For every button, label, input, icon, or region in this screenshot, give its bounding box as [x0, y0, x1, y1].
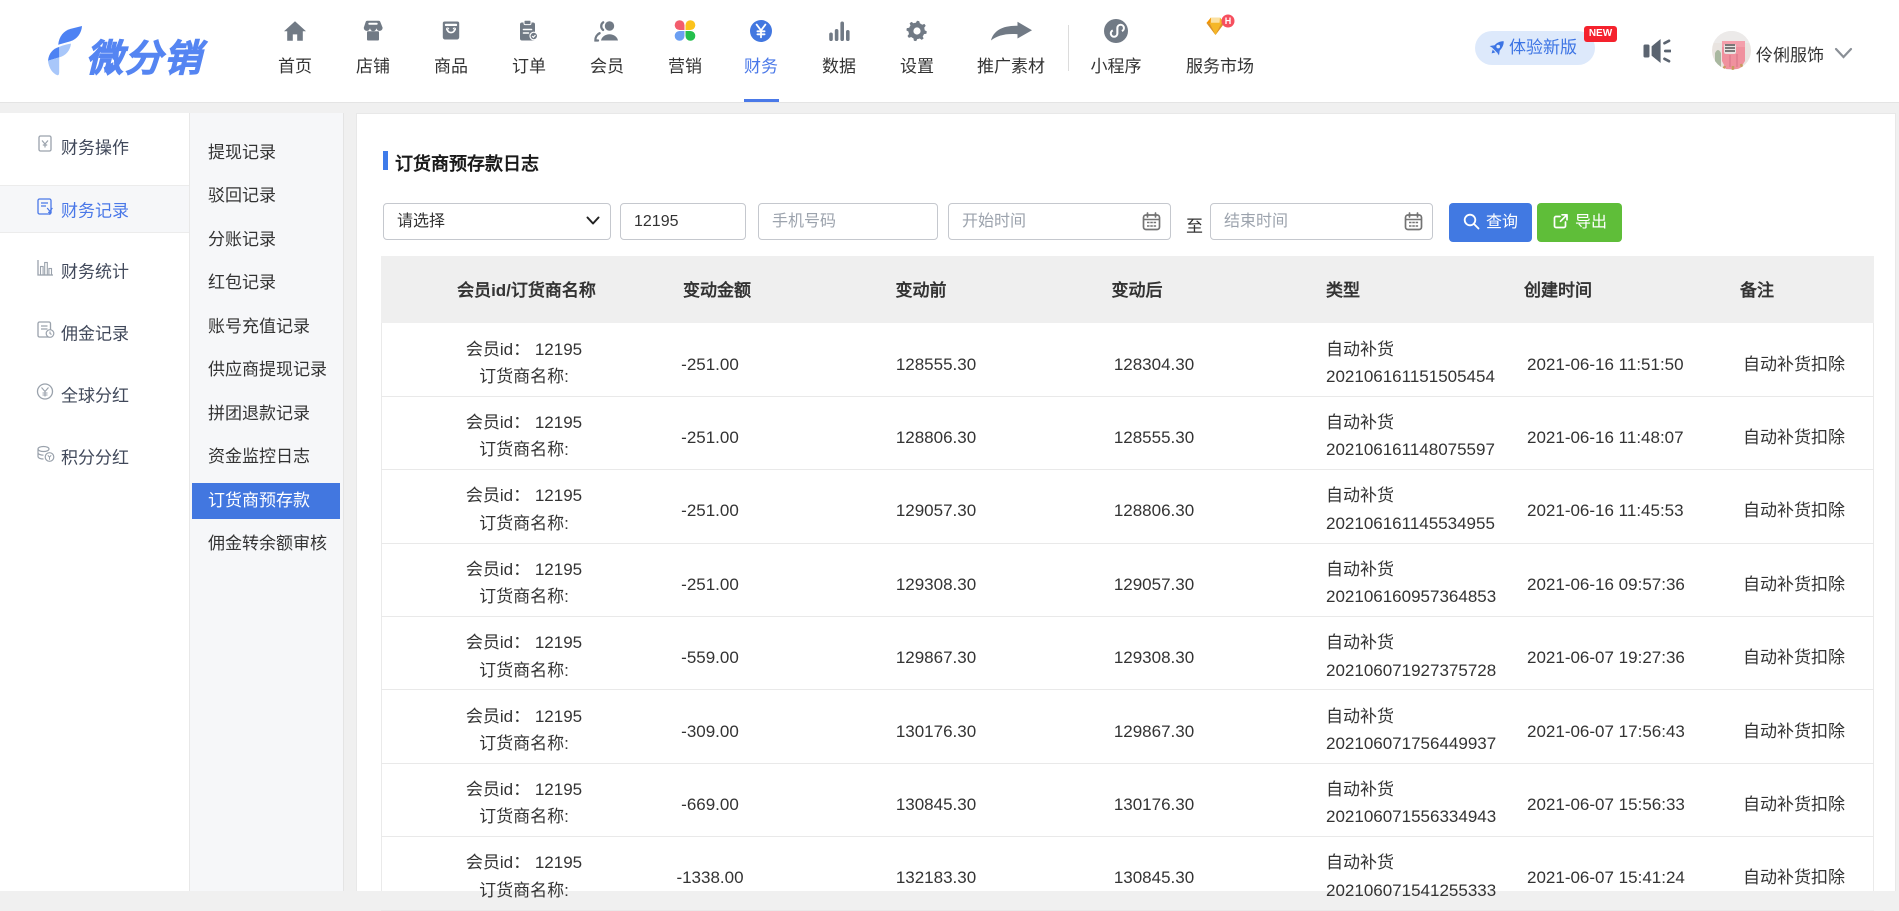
- svg-text:H: H: [1225, 16, 1232, 26]
